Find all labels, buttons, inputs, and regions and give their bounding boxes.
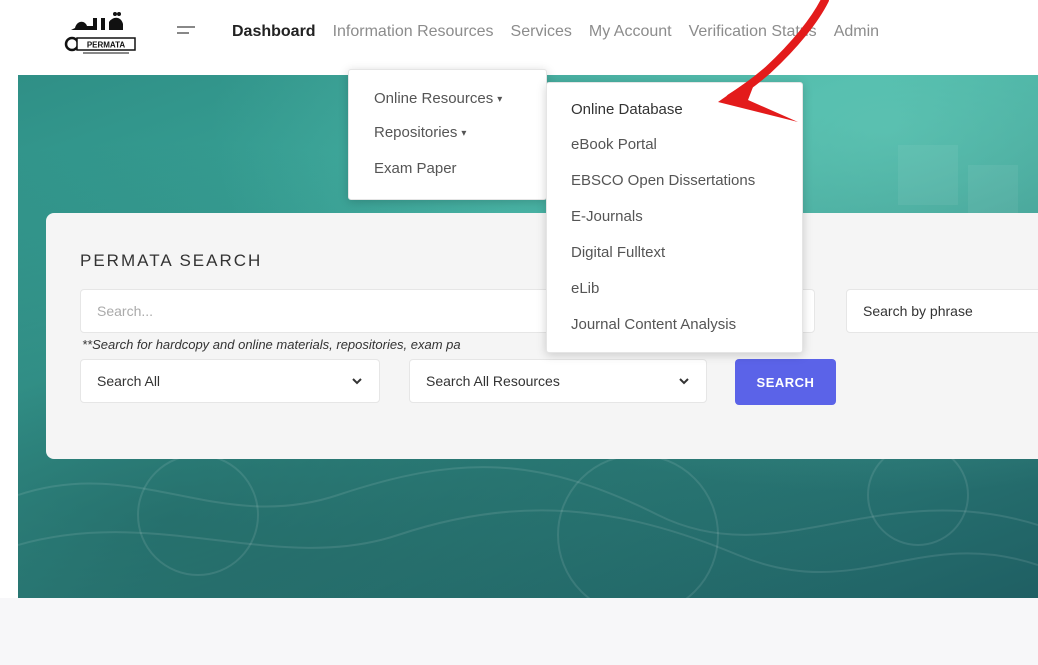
submenu-item-journal-content-analysis[interactable]: Journal Content Analysis (571, 316, 736, 333)
top-navbar: PERMATA Dashboard Information Resources … (0, 0, 1038, 75)
search-scope-value: Search All (97, 373, 161, 389)
submenu-item-ebsco-open-dissertations[interactable]: EBSCO Open Dissertations (571, 172, 755, 189)
chevron-down-icon (352, 378, 362, 385)
chevron-down-icon (679, 378, 689, 385)
page-content-area (0, 598, 1038, 665)
menu-item-repositories[interactable]: Repositories ▾ (374, 124, 466, 141)
submenu-item-online-database[interactable]: Online Database (571, 101, 683, 118)
menu-item-exam-paper[interactable]: Exam Paper (374, 160, 457, 177)
information-resources-dropdown: Online Resources ▾ Repositories ▾ Exam Pap… (348, 69, 547, 200)
menu-item-label: Online Resources (374, 90, 494, 107)
search-title: PERMATA SEARCH (80, 251, 263, 270)
red-arrow-annotation (718, 0, 829, 122)
search-scope-select[interactable]: Search All (80, 359, 380, 403)
caret-down-icon: ▾ (497, 93, 503, 105)
menu-item-label: Repositories (374, 124, 458, 141)
submenu-item-digital-fulltext[interactable]: Digital Fulltext (571, 244, 665, 261)
nav-item-information-resources[interactable]: Information Resources (333, 20, 494, 44)
caret-down-icon: ▾ (461, 127, 467, 139)
nav-item-dashboard[interactable]: Dashboard (232, 20, 316, 44)
submenu-item-ebook-portal[interactable]: eBook Portal (571, 136, 657, 153)
svg-text:PERMATA: PERMATA (87, 41, 126, 50)
hamburger-icon[interactable] (177, 22, 197, 38)
search-hint: **Search for hardcopy and online materia… (82, 337, 461, 352)
search-card: PERMATA SEARCH **Search for hardcopy and… (46, 213, 1038, 459)
nav-item-services[interactable]: Services (511, 20, 572, 44)
submenu-item-elib[interactable]: eLib (571, 280, 599, 297)
search-resource-select[interactable]: Search All Resources (409, 359, 707, 403)
permata-logo[interactable]: PERMATA (63, 6, 141, 60)
menu-item-online-resources[interactable]: Online Resources ▾ (374, 90, 502, 107)
search-button[interactable]: SEARCH (735, 359, 836, 405)
menu-item-label: Exam Paper (374, 160, 457, 177)
nav-item-my-account[interactable]: My Account (589, 20, 672, 44)
search-phrase-select[interactable]: Search by phrase (846, 289, 1038, 333)
submenu-item-e-journals[interactable]: E-Journals (571, 208, 643, 225)
search-resource-value: Search All Resources (426, 373, 560, 389)
